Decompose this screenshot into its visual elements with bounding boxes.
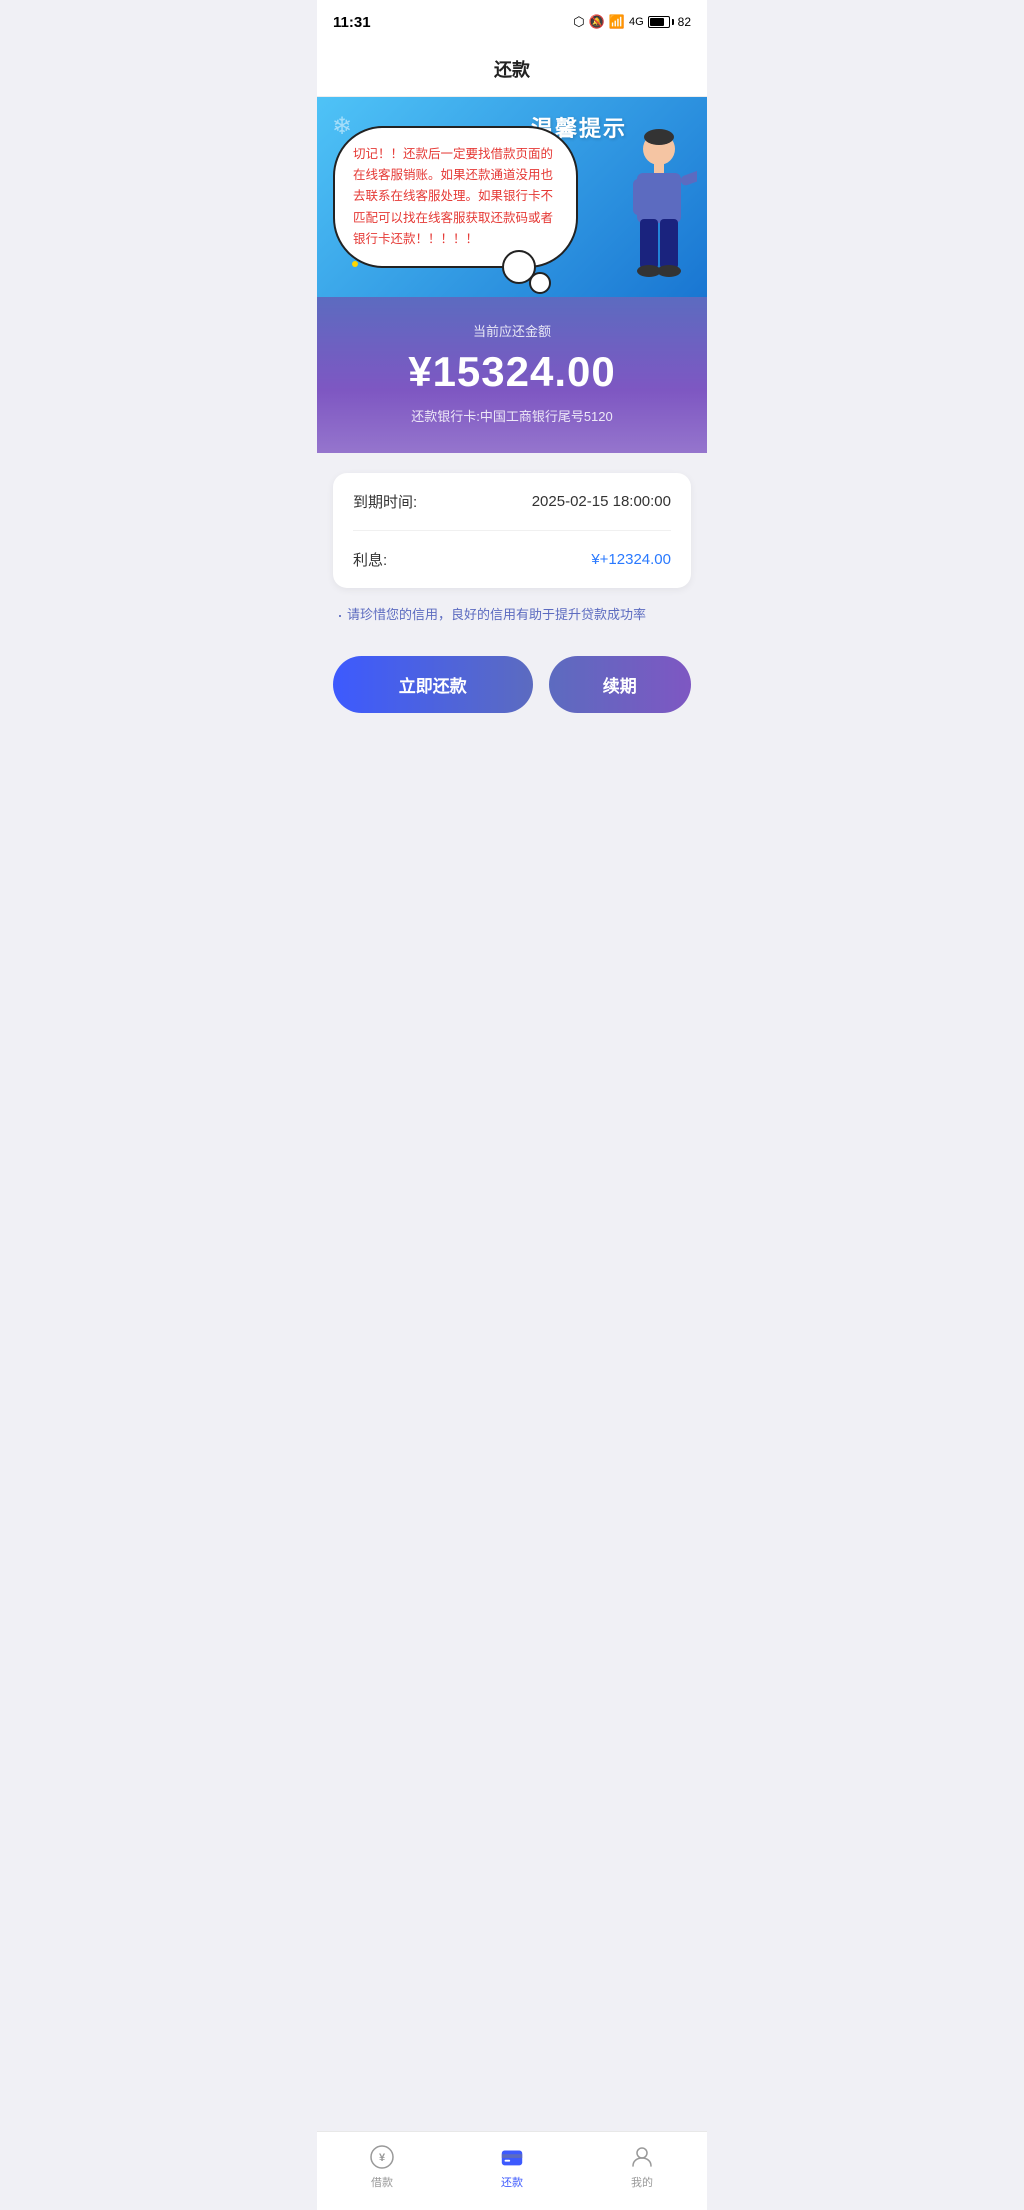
loan-icon: ¥ — [369, 2144, 395, 2170]
nav-repay-label: 还款 — [501, 2174, 523, 2190]
dot-decoration-3 — [352, 261, 358, 267]
page-title: 还款 — [494, 60, 530, 80]
page-header: 还款 — [317, 44, 707, 97]
nav-item-loan[interactable]: ¥ 借款 — [349, 2140, 415, 2194]
main-content: 到期时间: 2025-02-15 18:00:00 利息: ¥+12324.00… — [317, 453, 707, 753]
cloud-bubble: 切记！！还款后一定要找借款页面的在线客服销账。如果还款通道没用也去联系在线客服处… — [333, 126, 578, 268]
interest-row: 利息: ¥+12324.00 — [353, 530, 671, 588]
info-card: 到期时间: 2025-02-15 18:00:00 利息: ¥+12324.00 — [333, 473, 691, 588]
due-date-row: 到期时间: 2025-02-15 18:00:00 — [353, 473, 671, 530]
status-bar: 11:31 ⬡ 🔕 📶 4G 82 — [317, 0, 707, 44]
banner-bubble-text: 切记！！还款后一定要找借款页面的在线客服销账。如果还款通道没用也去联系在线客服处… — [353, 144, 558, 250]
nav-profile-label: 我的 — [631, 2174, 653, 2190]
nav-loan-label: 借款 — [371, 2174, 393, 2190]
amount-section: 当前应还金额 ¥15324.00 还款银行卡:中国工商银行尾号5120 — [317, 297, 707, 453]
amount-label: 当前应还金额 — [337, 321, 687, 340]
battery-icon — [648, 16, 674, 28]
banner-section: ❄ ✦ 温馨提示 切记！！还款后一定要找借款页面的在线客服销账。如果还款通道没用… — [317, 97, 707, 297]
profile-icon — [629, 2144, 655, 2170]
pay-now-button[interactable]: 立即还款 — [333, 656, 533, 713]
credit-tip: 请珍惜您的信用，良好的信用有助于提升贷款成功率 — [333, 604, 691, 626]
interest-label: 利息: — [353, 549, 387, 570]
svg-text:¥: ¥ — [379, 2152, 386, 2164]
extend-button[interactable]: 续期 — [549, 656, 692, 713]
status-time: 11:31 — [333, 14, 371, 31]
signal-icon: 4G — [629, 16, 644, 28]
nav-item-profile[interactable]: 我的 — [609, 2140, 675, 2194]
action-buttons: 立即还款 续期 — [333, 656, 691, 713]
interest-value: ¥+12324.00 — [591, 551, 671, 568]
nav-item-repay[interactable]: 还款 — [479, 2140, 545, 2194]
person-illustration — [597, 127, 697, 297]
amount-value: ¥15324.00 — [337, 348, 687, 396]
bottom-nav: ¥ 借款 还款 我的 — [317, 2131, 707, 2210]
wifi-icon: 📶 — [609, 14, 625, 30]
due-date-value: 2025-02-15 18:00:00 — [532, 493, 671, 510]
repay-icon — [499, 2144, 525, 2170]
mute-icon: 🔕 — [589, 14, 605, 30]
battery-percent: 82 — [678, 15, 691, 29]
nfc-icon: ⬡ — [573, 14, 584, 30]
bank-info: 还款银行卡:中国工商银行尾号5120 — [337, 406, 687, 425]
snowflake-decoration: ❄ — [332, 112, 352, 141]
status-icons: ⬡ 🔕 📶 4G 82 — [573, 14, 691, 30]
due-date-label: 到期时间: — [353, 491, 417, 512]
